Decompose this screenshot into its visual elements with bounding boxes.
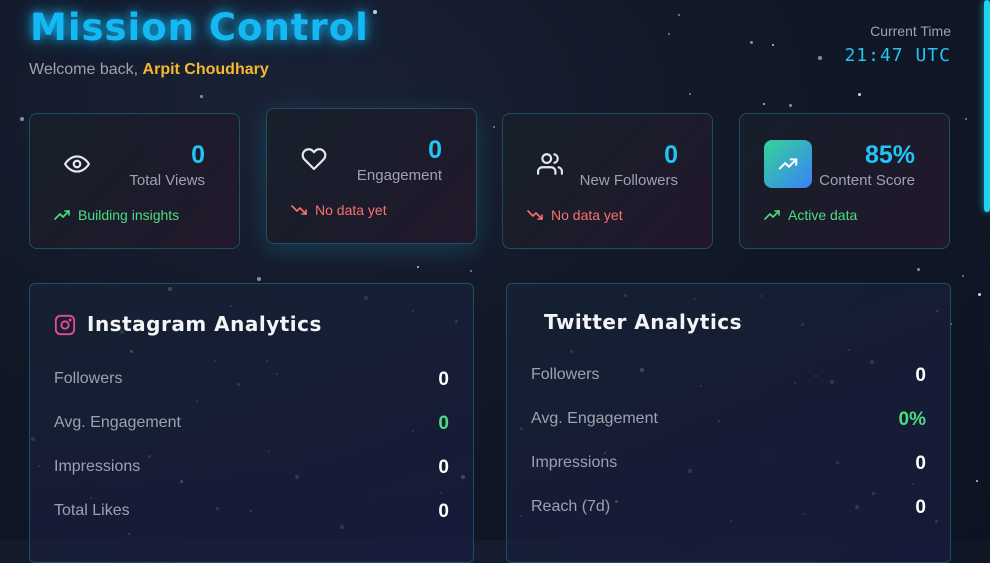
stat-label: New Followers: [579, 172, 678, 189]
star: [417, 266, 419, 268]
page-title: Mission Control: [30, 6, 369, 49]
star: [373, 10, 377, 14]
trending-down-icon: [291, 205, 307, 215]
metric-row-total-likes: Total Likes 0: [54, 501, 449, 526]
stat-label: Content Score: [819, 172, 915, 189]
stat-value: 85%: [864, 141, 915, 169]
current-time-label: Current Time: [870, 23, 951, 39]
trend-indicator: No data yet: [527, 207, 623, 223]
panel-title: Twitter Analytics: [544, 310, 743, 334]
trending-up-icon: [764, 140, 812, 188]
star: [763, 103, 765, 105]
star: [789, 104, 792, 107]
stat-card-total-views: 0 Total Views Building insights: [29, 113, 240, 249]
trending-down-icon: [527, 210, 543, 220]
trend-indicator: No data yet: [291, 202, 387, 218]
stat-card-engagement: 0 Engagement No data yet: [266, 108, 477, 244]
metric-label: Followers: [54, 370, 123, 387]
heart-icon: [301, 146, 327, 172]
stat-card-content-score: 85% Content Score Active data: [739, 113, 950, 249]
metric-label: Impressions: [531, 454, 618, 471]
page-scrollbar[interactable]: [984, 0, 990, 212]
welcome-message: Welcome back, Arpit Choudhary: [29, 61, 269, 79]
star: [962, 275, 964, 277]
metric-label: Total Likes: [54, 502, 130, 519]
trend-indicator: Active data: [764, 207, 857, 223]
metric-value: 0: [915, 453, 926, 474]
instagram-analytics-panel: Instagram Analytics Followers 0 Avg. Eng…: [29, 283, 474, 563]
stat-value: 0: [191, 141, 205, 169]
metric-value: 0: [438, 369, 449, 390]
star: [858, 93, 861, 96]
metric-value: 0: [915, 365, 926, 386]
welcome-prefix: Welcome back,: [29, 61, 139, 78]
trending-up-icon: [764, 210, 780, 220]
star: [200, 95, 203, 98]
instagram-icon: [54, 314, 76, 336]
metric-value: 0: [438, 457, 449, 478]
star: [818, 56, 822, 60]
metric-value: 0: [438, 413, 449, 434]
trend-text: No data yet: [315, 202, 387, 218]
trend-text: Active data: [788, 207, 858, 223]
metric-label: Followers: [531, 366, 600, 383]
user-name: Arpit Choudhary: [142, 61, 269, 78]
metric-value: 0: [438, 501, 449, 522]
metric-row-reach: Reach (7d) 0: [531, 497, 926, 522]
trend-text: No data yet: [551, 207, 623, 223]
metric-row-impressions: Impressions 0: [54, 457, 449, 482]
metric-label: Avg. Engagement: [531, 410, 658, 427]
users-icon: [537, 151, 564, 177]
twitter-analytics-panel: Twitter Analytics Followers 0 Avg. Engag…: [506, 283, 951, 563]
metric-row-avg-engagement: Avg. Engagement 0%: [531, 409, 926, 434]
star: [976, 480, 978, 482]
metric-row-impressions: Impressions 0: [531, 453, 926, 478]
stat-value: 0: [428, 136, 442, 164]
stat-label: Engagement: [356, 167, 442, 184]
star: [470, 270, 472, 272]
star: [678, 14, 680, 16]
metric-row-avg-engagement: Avg. Engagement 0: [54, 413, 449, 438]
star: [772, 44, 774, 46]
panel-title: Instagram Analytics: [87, 312, 322, 336]
star: [750, 41, 753, 44]
metric-label: Avg. Engagement: [54, 414, 181, 431]
metric-row-followers: Followers 0: [54, 369, 449, 394]
star: [965, 118, 967, 120]
metric-label: Impressions: [54, 458, 141, 475]
metric-value: 0: [915, 497, 926, 518]
star: [668, 33, 670, 35]
metric-row-followers: Followers 0: [531, 365, 926, 390]
eye-icon: [63, 151, 90, 177]
star: [917, 268, 920, 271]
stat-value: 0: [664, 141, 678, 169]
trending-up-icon: [54, 210, 70, 220]
stat-card-new-followers: 0 New Followers No data yet: [502, 113, 713, 249]
metric-label: Reach (7d): [531, 498, 611, 515]
stat-label: Total Views: [129, 172, 205, 189]
trend-indicator: Building insights: [54, 207, 179, 223]
star: [493, 126, 495, 128]
star: [20, 117, 24, 121]
star: [689, 93, 691, 95]
star: [257, 277, 261, 281]
trend-text: Building insights: [78, 207, 180, 223]
star: [978, 293, 981, 296]
metric-value: 0%: [898, 409, 926, 430]
current-time-value: 21:47 UTC: [844, 45, 951, 66]
